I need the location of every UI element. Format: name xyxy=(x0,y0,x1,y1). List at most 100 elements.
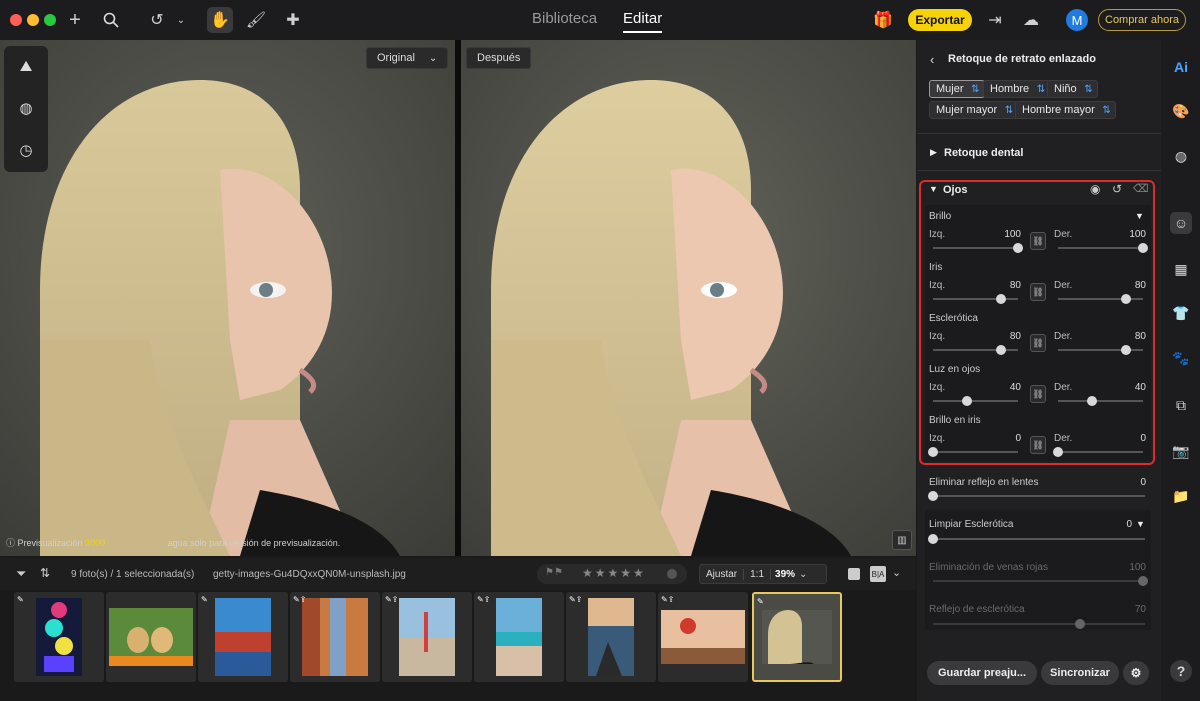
left-eye-knob[interactable] xyxy=(928,447,938,457)
thumbnail-selected[interactable]: ✎ xyxy=(752,592,842,682)
chip-hombre[interactable]: Hombre xyxy=(983,80,1051,98)
tab-biblioteca[interactable]: Biblioteca xyxy=(532,10,597,33)
single-view-icon[interactable] xyxy=(848,568,860,580)
sclera-clean-knob[interactable] xyxy=(928,534,938,544)
left-eye-knob[interactable] xyxy=(962,396,972,406)
crop-icon[interactable]: ⧉ xyxy=(1170,394,1192,416)
dropdown-arrow-icon[interactable]: ▼ xyxy=(1135,211,1144,221)
left-eye-slider[interactable] xyxy=(933,400,1018,402)
thumbnail[interactable]: ✎⇪ xyxy=(474,592,564,682)
collapse-arrow-icon[interactable]: ▼ xyxy=(929,184,938,194)
color-label-icon[interactable] xyxy=(667,569,677,579)
thumbnail[interactable]: ✎⇪ xyxy=(566,592,656,682)
chip-hombre-mayor[interactable]: Hombre mayor xyxy=(1015,101,1116,119)
link-sliders-icon[interactable]: ⛓ xyxy=(1030,232,1046,250)
sort-icon[interactable]: ⇅ xyxy=(40,566,50,580)
view-select[interactable]: Original ⌄ xyxy=(366,47,449,69)
brush-icon[interactable]: 🖌 xyxy=(245,9,267,31)
right-eye-knob[interactable] xyxy=(1053,447,1063,457)
ai-icon[interactable]: Ai xyxy=(1170,56,1192,78)
split-view-icon[interactable]: ▥ xyxy=(892,530,912,550)
right-eye-knob[interactable] xyxy=(1087,396,1097,406)
add-icon[interactable]: + xyxy=(64,9,86,31)
right-eye-slider[interactable] xyxy=(1058,451,1143,453)
thumbnail[interactable]: ✎ xyxy=(198,592,288,682)
thumbnail[interactable]: ✎⇪ xyxy=(658,592,748,682)
clothing-icon[interactable]: 👕 xyxy=(1170,302,1192,324)
sclera-reflection-slider[interactable] xyxy=(933,623,1145,625)
star-rating[interactable]: ★★★★★ xyxy=(582,566,646,580)
right-eye-knob[interactable] xyxy=(1121,345,1131,355)
flag-icon[interactable]: ⚑⚑ xyxy=(545,567,563,578)
chip-mujer[interactable]: Mujer xyxy=(929,80,985,98)
hand-tool-icon[interactable]: ✋ xyxy=(207,7,233,33)
lens-reflection-knob[interactable] xyxy=(928,491,938,501)
right-eye-slider[interactable] xyxy=(1058,400,1143,402)
thumbnail[interactable]: ✎⇪ xyxy=(290,592,380,682)
texture-icon[interactable]: ◍ xyxy=(16,98,36,118)
help-icon[interactable]: ? xyxy=(1170,660,1192,682)
history-icon[interactable]: ◷ xyxy=(16,140,36,160)
camera-icon[interactable]: 📷 xyxy=(1170,440,1192,462)
eyes-section-title[interactable]: Ojos xyxy=(943,184,967,196)
one-to-one-button[interactable]: 1:1 xyxy=(743,568,770,580)
thumbnail[interactable] xyxy=(106,592,196,682)
chevron-down-icon[interactable]: ⌄ xyxy=(170,9,192,31)
tab-editar[interactable]: Editar xyxy=(623,10,663,33)
sync-settings-icon[interactable]: ⚙ xyxy=(1123,661,1149,685)
compare-canvas[interactable]: Original ⌄ ⛰ ◍ ◷ ⓘ Previsualización 3000… xyxy=(0,40,916,556)
thumbnail[interactable]: ✎ xyxy=(14,592,104,682)
visibility-icon[interactable]: ◉ xyxy=(1090,182,1100,196)
close-window-button[interactable] xyxy=(10,14,22,26)
chip-nino[interactable]: Niño xyxy=(1047,80,1098,98)
filter-icon[interactable]: ⏷ xyxy=(16,566,26,582)
pet-icon[interactable]: 🐾 xyxy=(1170,347,1192,369)
undo-icon[interactable]: ↺ xyxy=(146,9,168,31)
bandage-icon[interactable]: ✚ xyxy=(282,9,304,31)
fit-button[interactable]: Ajustar xyxy=(700,569,743,580)
share-icon[interactable]: ⇥ xyxy=(984,9,1006,31)
left-eye-knob[interactable] xyxy=(996,294,1006,304)
sclera-reflection-knob[interactable] xyxy=(1075,619,1085,629)
lens-reflection-slider[interactable] xyxy=(933,495,1145,497)
avatar[interactable]: M xyxy=(1066,9,1088,31)
sclera-clean-slider[interactable] xyxy=(933,538,1145,540)
red-veins-slider[interactable] xyxy=(933,580,1145,582)
search-icon[interactable] xyxy=(100,9,122,31)
right-eye-knob[interactable] xyxy=(1121,294,1131,304)
link-sliders-icon[interactable]: ⛓ xyxy=(1030,283,1046,301)
minimize-window-button[interactable] xyxy=(27,14,39,26)
chevron-down-icon[interactable]: ⌄ xyxy=(892,566,901,579)
save-preset-button[interactable]: Guardar preaju... xyxy=(927,661,1037,685)
landscape-icon[interactable]: ⛰ xyxy=(16,56,36,76)
left-eye-knob[interactable] xyxy=(996,345,1006,355)
export-button[interactable]: Exportar xyxy=(908,9,972,31)
left-eye-slider[interactable] xyxy=(933,247,1018,249)
maximize-window-button[interactable] xyxy=(44,14,56,26)
folder-icon[interactable]: 📁 xyxy=(1170,485,1192,507)
back-chevron-icon[interactable]: ‹ xyxy=(930,52,934,67)
buy-now-button[interactable]: Comprar ahora xyxy=(1098,9,1186,31)
thumbnail[interactable]: ✎⇪ xyxy=(382,592,472,682)
reset-icon[interactable]: ↺ xyxy=(1112,182,1122,196)
eraser-icon[interactable]: ⌫ xyxy=(1133,182,1149,195)
left-eye-slider[interactable] xyxy=(933,451,1018,453)
dropdown-arrow-icon[interactable]: ▼ xyxy=(1136,519,1145,529)
left-eye-knob[interactable] xyxy=(1013,243,1023,253)
palette-icon[interactable]: 🎨 xyxy=(1170,100,1192,122)
expand-arrow-icon[interactable]: ▶ xyxy=(930,147,937,158)
red-veins-knob[interactable] xyxy=(1138,576,1148,586)
chevron-down-icon[interactable]: ⌄ xyxy=(799,569,807,580)
dental-section-title[interactable]: Retoque dental xyxy=(944,147,1023,159)
texture-icon[interactable]: ◍ xyxy=(1170,145,1192,167)
link-sliders-icon[interactable]: ⛓ xyxy=(1030,385,1046,403)
zoom-value[interactable]: 39% xyxy=(770,568,799,580)
right-eye-slider[interactable] xyxy=(1058,247,1143,249)
cloud-icon[interactable]: ☁ xyxy=(1020,9,1042,31)
link-sliders-icon[interactable]: ⛓ xyxy=(1030,334,1046,352)
sync-button[interactable]: Sincronizar xyxy=(1041,661,1119,685)
gift-icon[interactable]: 🎁 xyxy=(872,9,894,31)
portrait-icon[interactable]: ☺ xyxy=(1170,212,1192,234)
before-after-icon[interactable]: B|A xyxy=(870,566,886,582)
chip-mujer-mayor[interactable]: Mujer mayor xyxy=(929,101,1019,119)
